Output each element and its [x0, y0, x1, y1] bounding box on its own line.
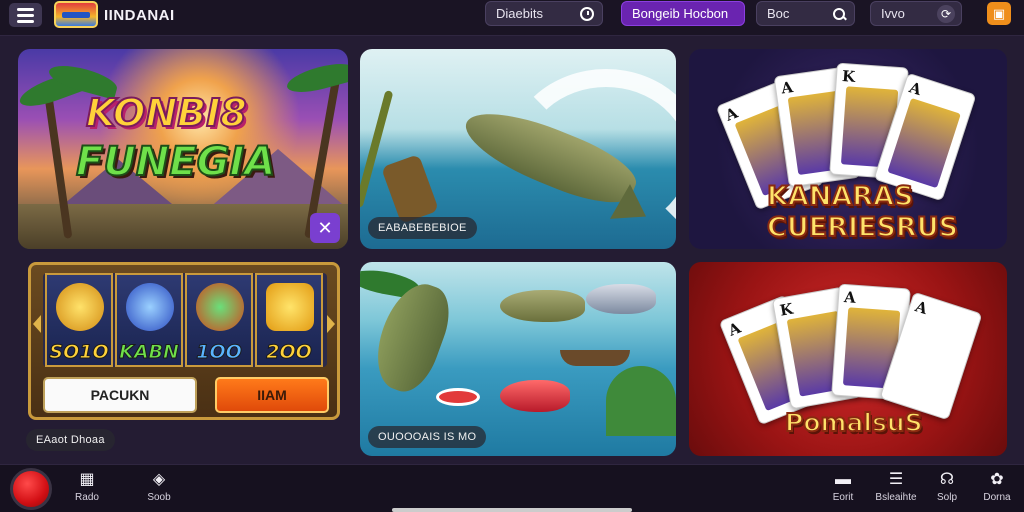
refresh-icon[interactable]: ⟳ — [937, 5, 955, 23]
card-art — [887, 97, 961, 189]
pill-ivvo-label: Ivvo — [881, 6, 905, 21]
arrow-left-icon[interactable] — [33, 315, 41, 333]
slot-button-right[interactable]: IIAM — [215, 377, 329, 413]
nav-item-label: Dorna — [983, 492, 1011, 503]
gem-icon — [126, 283, 174, 331]
reel-nine: 2OO — [255, 273, 323, 367]
card-rank: A — [906, 78, 924, 99]
game-card-pond[interactable]: OUOOOAIS IS MO — [360, 262, 676, 456]
fish-art — [364, 275, 460, 399]
brand-logo[interactable] — [54, 1, 98, 28]
grass-art — [606, 366, 676, 436]
bottom-nav: ▦ Rado ◈ Soob ▬ Eorit ☰ Bsleaihte ☊ Solp… — [0, 464, 1024, 512]
chip-art — [436, 388, 480, 406]
game-title-cards-purple: KANARAS CUERIESRUS — [766, 180, 959, 244]
nav-item-label: Bsleaihte — [875, 492, 917, 503]
nav-item-label: Eorit — [832, 492, 854, 503]
nav-item-label: Solp — [936, 492, 957, 503]
leaf-icon — [196, 283, 244, 331]
pill-ivvo[interactable]: Ivvo ⟳ — [870, 1, 962, 26]
pill-diaebits[interactable]: Diaebits — [485, 1, 603, 26]
reel-value: 1OO — [196, 341, 243, 364]
reel-value: SO1O — [49, 341, 109, 364]
gift-button[interactable]: ▣ — [987, 2, 1011, 25]
brand-name: IINDANAI — [104, 7, 175, 24]
menu-line — [17, 19, 34, 23]
chat-icon: ◈ — [152, 471, 166, 488]
arrow-right-icon[interactable] — [327, 315, 335, 333]
menu-button[interactable] — [9, 3, 42, 27]
record-button[interactable] — [10, 468, 52, 510]
game-label-fishing: EABABEBEBIOE — [368, 217, 477, 239]
nav-item-soob[interactable]: ◈ Soob — [134, 471, 184, 503]
layers-icon: ☰ — [888, 471, 904, 488]
fish-art — [500, 290, 585, 322]
game-card-cards-red[interactable]: A K A A PomalsuS — [689, 262, 1007, 456]
card-rank: A — [843, 288, 857, 307]
top-bar: IINDANAI Diaebits Bongeib Hocbon Boc Ivv… — [0, 0, 1024, 36]
nav-item-label: Rado — [75, 492, 99, 503]
close-icon[interactable]: ✕ — [310, 213, 340, 243]
reel-leaf: 1OO — [185, 273, 253, 367]
nav-item-solp[interactable]: ☊ Solp — [922, 471, 972, 503]
fish-art — [500, 380, 570, 412]
pill-diaebits-label: Diaebits — [496, 6, 543, 21]
home-indicator — [392, 508, 632, 512]
nine-icon — [266, 283, 314, 331]
slot-button-left[interactable]: PACUKN — [43, 377, 197, 413]
nav-item-bsleaihte[interactable]: ☰ Bsleaihte — [871, 471, 921, 503]
nav-item-dorna[interactable]: ✿ Dorna — [972, 471, 1022, 503]
card-rank: A — [780, 78, 795, 98]
reel-value: KABN — [119, 341, 180, 364]
card-rank: K — [841, 67, 856, 86]
reel-value: 2OO — [266, 341, 313, 364]
reel-coin: SO1O — [45, 273, 113, 367]
game-card-fishing[interactable]: EABABEBEBIOE — [360, 49, 676, 249]
game-card-cards-purple[interactable]: A A K A KANARAS CUERIESRUS — [689, 49, 1007, 249]
search-icon[interactable] — [832, 7, 846, 21]
menu-line — [17, 13, 34, 17]
reel-gem: KABN — [115, 273, 183, 367]
nav-item-rado[interactable]: ▦ Rado — [62, 471, 112, 503]
message-icon: ▬ — [835, 471, 851, 488]
settings-icon: ✿ — [990, 471, 1004, 488]
palm-leaf-art — [284, 58, 348, 98]
gift-icon: ▣ — [992, 5, 1006, 21]
game-label-pond: OUOOOAIS IS MO — [368, 426, 487, 448]
nav-item-eorit[interactable]: ▬ Eorit — [818, 471, 868, 503]
reel-row: SO1O KABN 1OO 2OO — [43, 273, 327, 367]
fish-art — [586, 284, 656, 314]
card-rank: A — [912, 297, 930, 318]
menu-line — [17, 7, 34, 11]
slot-machine-panel[interactable]: SO1O KABN 1OO 2OO PACUKN IIAM — [28, 262, 340, 420]
support-icon: ☊ — [939, 471, 955, 488]
card-rank: K — [778, 299, 795, 320]
pill-bongeib-label: Bongeib Hocbon — [632, 6, 729, 21]
game-title-cards-red: PomalsuS — [784, 407, 924, 438]
card-art — [893, 316, 967, 408]
clock-icon — [580, 7, 594, 21]
search-box[interactable]: Boc — [756, 1, 855, 26]
coin-icon — [56, 283, 104, 331]
game-card-jungle[interactable]: KONBI8 FUNEGIA ✕ — [18, 49, 348, 249]
game-title-line1: KONBI8 — [85, 90, 248, 136]
search-label: Boc — [767, 6, 790, 21]
stump-art — [380, 153, 440, 225]
nav-item-label: Soob — [147, 492, 171, 503]
slot-caption: EAaot Dhoaa — [26, 429, 115, 451]
boat-art — [560, 350, 630, 366]
game-title-line2: FUNEGIA — [75, 138, 276, 186]
pill-bongeib[interactable]: Bongeib Hocbon — [621, 1, 745, 26]
grid-icon: ▦ — [79, 471, 95, 488]
